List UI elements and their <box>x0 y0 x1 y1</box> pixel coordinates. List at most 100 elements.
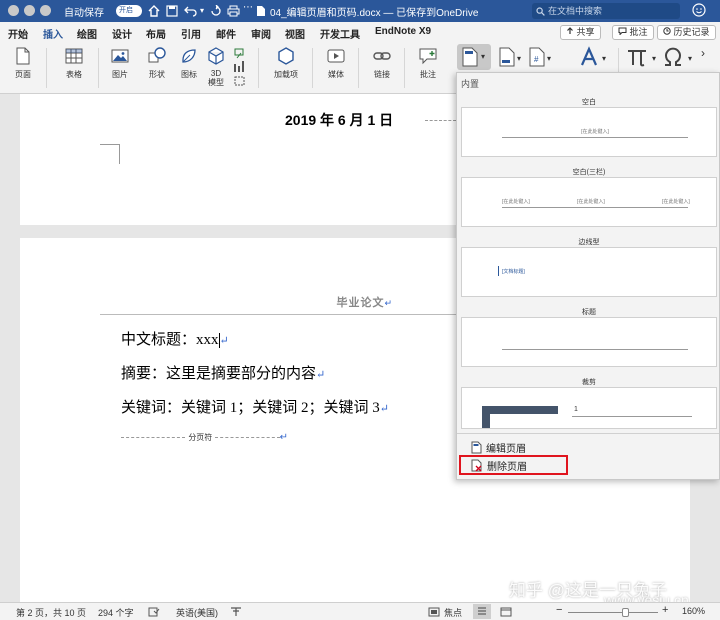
footer-icon[interactable] <box>498 47 516 67</box>
link-label: 链接 <box>374 70 390 79</box>
date-line[interactable]: 2019 年 6 月 1 日 <box>285 110 393 130</box>
history-label: 历史记录 <box>673 27 710 37</box>
new-comment-icon <box>419 48 437 65</box>
keywords-line: 关键词：关键词 1；关键词 2；关键词 3 <box>121 400 380 416</box>
comment-ribbon-button[interactable]: 批注 <box>414 46 442 80</box>
undo-icon[interactable] <box>184 5 198 17</box>
user-smiley-icon[interactable] <box>692 3 706 17</box>
template-placeholder-right: [在此处键入] <box>662 199 690 205</box>
zoom-window-button[interactable] <box>40 5 51 16</box>
symbol-omega-icon[interactable] <box>662 46 684 68</box>
page-number-dropdown-icon[interactable]: ▾ <box>547 54 551 63</box>
template-line <box>572 416 692 417</box>
autosave-toggle[interactable]: 开启 <box>116 5 142 17</box>
proofing-icon[interactable] <box>148 607 160 617</box>
header-button[interactable]: ▾ <box>457 44 491 70</box>
abstract-paragraph[interactable]: 摘要：这里是摘要部分的内容↵ <box>121 362 325 383</box>
svg-text:#: # <box>534 55 539 64</box>
template-blank[interactable]: [在此处键入] <box>461 107 717 157</box>
footer-dropdown-icon[interactable]: ▾ <box>517 54 521 63</box>
minimize-window-button[interactable] <box>24 5 35 16</box>
zoom-slider-thumb[interactable] <box>622 608 629 617</box>
header-text[interactable]: 毕业论文↵ <box>20 294 393 310</box>
save-icon[interactable] <box>166 5 178 17</box>
accessibility-icon[interactable] <box>230 606 242 617</box>
status-bar: 第 2 页，共 10 页 294 个字 英语(美国) 焦点 − + 160% <box>0 602 720 620</box>
zoom-level[interactable]: 160% <box>682 606 705 616</box>
tab-mailings[interactable]: 邮件 <box>216 26 236 41</box>
tab-layout[interactable]: 布局 <box>146 26 166 41</box>
print-icon[interactable] <box>227 5 240 17</box>
tab-references[interactable]: 引用 <box>181 26 201 41</box>
title-paragraph[interactable]: 中文标题：xxx↵ <box>121 328 229 349</box>
zoom-slider[interactable] <box>568 612 658 613</box>
web-layout-icon[interactable] <box>500 607 512 617</box>
smartart-chart-icons[interactable] <box>232 46 250 88</box>
comments-button[interactable]: 批注 <box>612 25 654 40</box>
tab-endnote[interactable]: EndNote X9 <box>375 26 431 37</box>
tab-home[interactable]: 开始 <box>8 26 28 41</box>
media-icon <box>327 49 345 63</box>
page-count[interactable]: 第 2 页，共 10 页 <box>16 606 86 619</box>
edit-header-menu-item[interactable]: 编辑页眉 <box>471 439 526 455</box>
tab-developer[interactable]: 开发工具 <box>320 26 360 41</box>
template-sideline[interactable]: [文档标题] <box>461 247 717 297</box>
page-number-icon[interactable]: # <box>528 47 546 67</box>
template-title[interactable] <box>461 317 717 367</box>
text-dropdown-icon[interactable]: ▾ <box>602 54 606 63</box>
document-icon <box>257 6 265 16</box>
tab-design[interactable]: 设计 <box>112 26 132 41</box>
template-blank-three-column[interactable]: [在此处键入] [在此处键入] [在此处键入] <box>461 177 717 227</box>
close-window-button[interactable] <box>8 5 19 16</box>
print-layout-icon[interactable] <box>473 604 491 619</box>
site-watermark: www.yesiu.cn <box>604 592 689 602</box>
share-button[interactable]: 共享 <box>560 25 601 40</box>
tab-view[interactable]: 视图 <box>285 26 305 41</box>
language-indicator[interactable]: 英语(美国) <box>176 606 218 619</box>
more-commands-icon[interactable]: ⋯ <box>243 2 253 13</box>
icons-icon <box>182 49 196 63</box>
zoom-out-icon[interactable]: − <box>556 604 562 616</box>
undo-dropdown-icon[interactable]: ▾ <box>200 6 204 15</box>
template-sideline-placeholder: [文档标题] <box>502 269 525 275</box>
template-placeholder-left: [在此处键入] <box>502 199 530 205</box>
document-search-input[interactable]: 在文档中搜索 <box>532 3 680 19</box>
page-break-line-right <box>215 437 280 438</box>
redo-icon[interactable] <box>210 5 222 17</box>
tab-review[interactable]: 审阅 <box>251 26 271 41</box>
template-crop[interactable]: 1 <box>461 387 717 429</box>
word-count[interactable]: 294 个字 <box>98 606 134 619</box>
table-button[interactable]: 表格 <box>60 46 88 80</box>
home-icon[interactable] <box>148 5 160 17</box>
focus-label[interactable]: 焦点 <box>444 606 462 619</box>
addins-button[interactable]: 加载项 <box>270 46 302 80</box>
page-button[interactable]: 页面 <box>10 46 36 80</box>
autosave-label: 自动保存 <box>64 8 104 19</box>
zoom-in-icon[interactable]: + <box>662 604 668 616</box>
page-break[interactable]: 分页符 ↵ <box>121 432 288 443</box>
picture-button[interactable]: 图片 <box>106 46 134 80</box>
header-gallery-panel: 内置 空白 [在此处键入] 空白(三栏) [在此处键入] [在此处键入] [在此… <box>456 72 720 480</box>
symbol-dropdown-icon[interactable]: ▾ <box>688 54 692 63</box>
builtin-section-title: 内置 <box>461 79 480 89</box>
shapes-button[interactable]: 形状 <box>142 46 172 80</box>
history-button[interactable]: 历史记录 <box>657 25 716 40</box>
tab-draw[interactable]: 绘图 <box>77 26 97 41</box>
menu-divider <box>457 433 719 434</box>
icons-button[interactable]: 图标 <box>176 46 202 80</box>
equation-icon[interactable] <box>626 47 648 67</box>
table-icon <box>65 48 83 64</box>
page-1[interactable]: 2019 年 6 月 1 日 <box>20 94 456 225</box>
ribbon-overflow-icon[interactable]: › <box>701 46 705 60</box>
comment-icon <box>618 27 627 36</box>
link-button[interactable]: 链接 <box>368 46 396 80</box>
paragraph-mark: ↵ <box>279 432 289 443</box>
template-placeholder-center: [在此处键入] <box>577 199 605 205</box>
3d-models-button[interactable]: 3D 模型 <box>204 46 228 87</box>
equation-dropdown-icon[interactable]: ▾ <box>652 54 656 63</box>
text-box-icon[interactable] <box>578 46 600 68</box>
search-icon <box>536 7 545 16</box>
keywords-paragraph[interactable]: 关键词：关键词 1；关键词 2；关键词 3↵ <box>121 396 389 417</box>
media-button[interactable]: 媒体 <box>322 46 350 80</box>
focus-icon[interactable] <box>428 607 440 617</box>
